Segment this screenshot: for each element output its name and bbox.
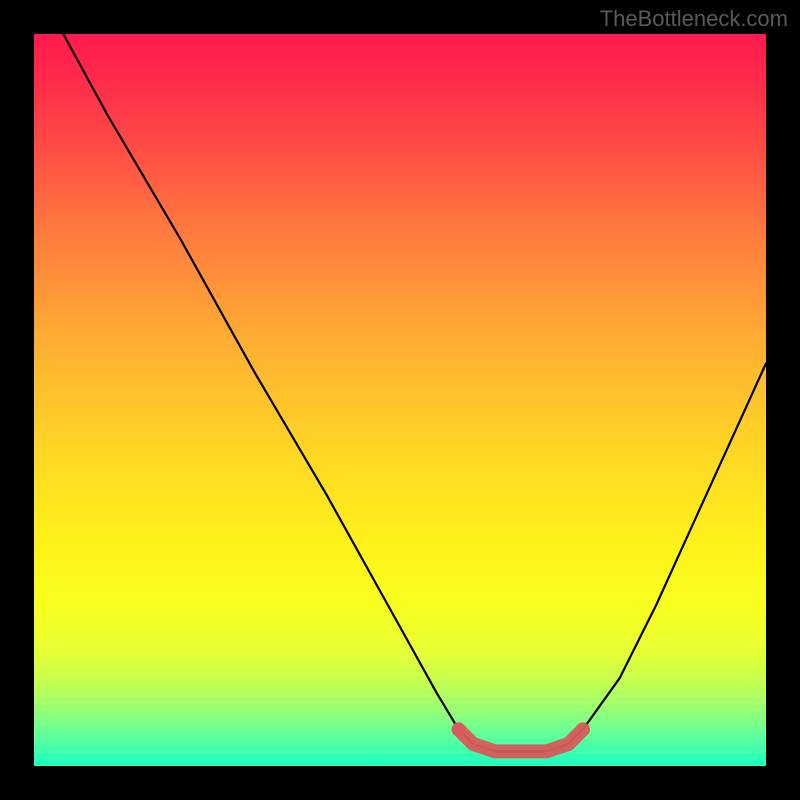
chart-plot-area (34, 34, 766, 766)
chart-svg (34, 34, 766, 766)
chart-line-curve (63, 34, 766, 751)
watermark-text: TheBottleneck.com (600, 6, 788, 32)
chart-highlight-dot (452, 722, 466, 736)
chart-highlight-segment (459, 729, 583, 751)
